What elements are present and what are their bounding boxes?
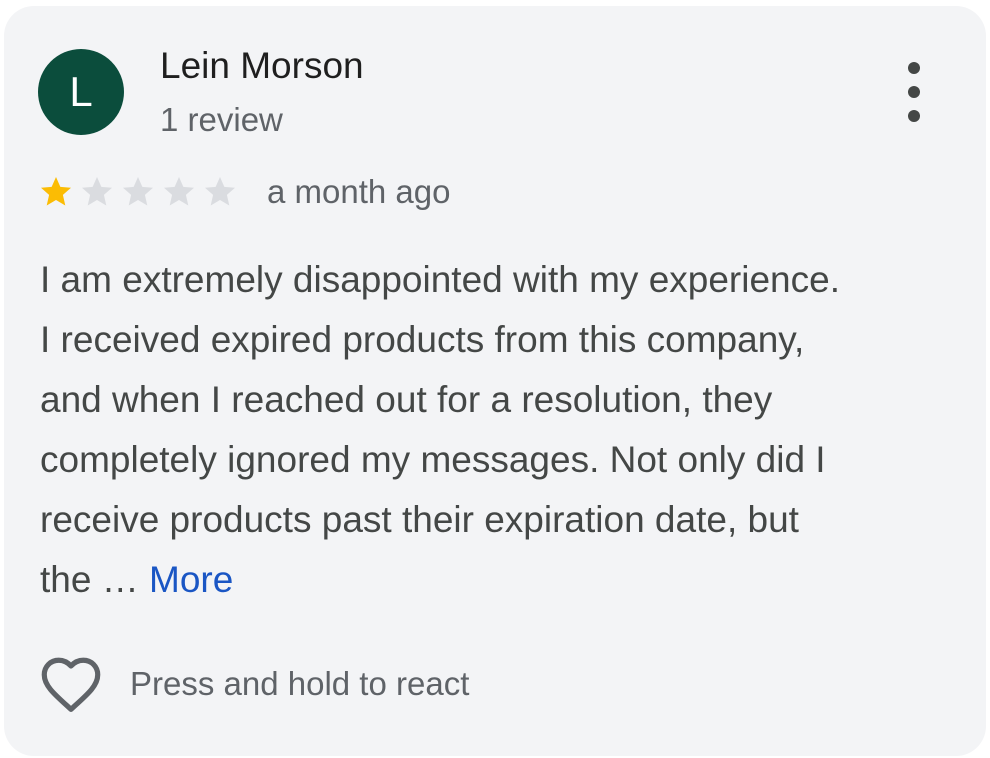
- avatar-initial: L: [69, 68, 93, 115]
- react-button[interactable]: Press and hold to react: [38, 650, 469, 718]
- review-card: L Lein Morson 1 review a month ago I am …: [4, 6, 986, 756]
- avatar[interactable]: L: [38, 49, 124, 135]
- more-link[interactable]: More: [149, 559, 233, 600]
- rating-row: a month ago: [38, 171, 450, 213]
- star-empty-icon: [82, 177, 112, 206]
- star-filled-icon: [41, 177, 71, 206]
- reviewer-review-count: 1 review: [160, 101, 283, 138]
- review-text-truncated: the …: [40, 559, 139, 600]
- review-time: a month ago: [267, 173, 451, 210]
- review-text-line: completely ignored my messages. Not only…: [40, 439, 826, 480]
- more-vertical-icon-dot: [908, 110, 920, 122]
- more-options-button[interactable]: [894, 62, 934, 122]
- star-rating: [38, 174, 243, 210]
- review-text-line: receive products past their expiration d…: [40, 499, 799, 540]
- star-empty-icon: [205, 177, 235, 206]
- review-text-line: and when I reached out for a resolution,…: [40, 379, 773, 420]
- more-vertical-icon-dot: [908, 86, 920, 98]
- heart-outline-icon: [41, 657, 101, 712]
- review-text-line: I received expired products from this co…: [40, 319, 805, 360]
- reviewer-name[interactable]: Lein Morson: [160, 44, 364, 88]
- star-empty-icon: [123, 177, 153, 206]
- review-text: I am extremely disappointed with my expe…: [40, 250, 970, 610]
- react-label: Press and hold to react: [130, 665, 470, 702]
- more-vertical-icon-dot: [908, 62, 920, 74]
- star-empty-icon: [164, 177, 194, 206]
- review-text-line-last: the … More: [40, 550, 970, 610]
- review-text-line: I am extremely disappointed with my expe…: [40, 259, 840, 300]
